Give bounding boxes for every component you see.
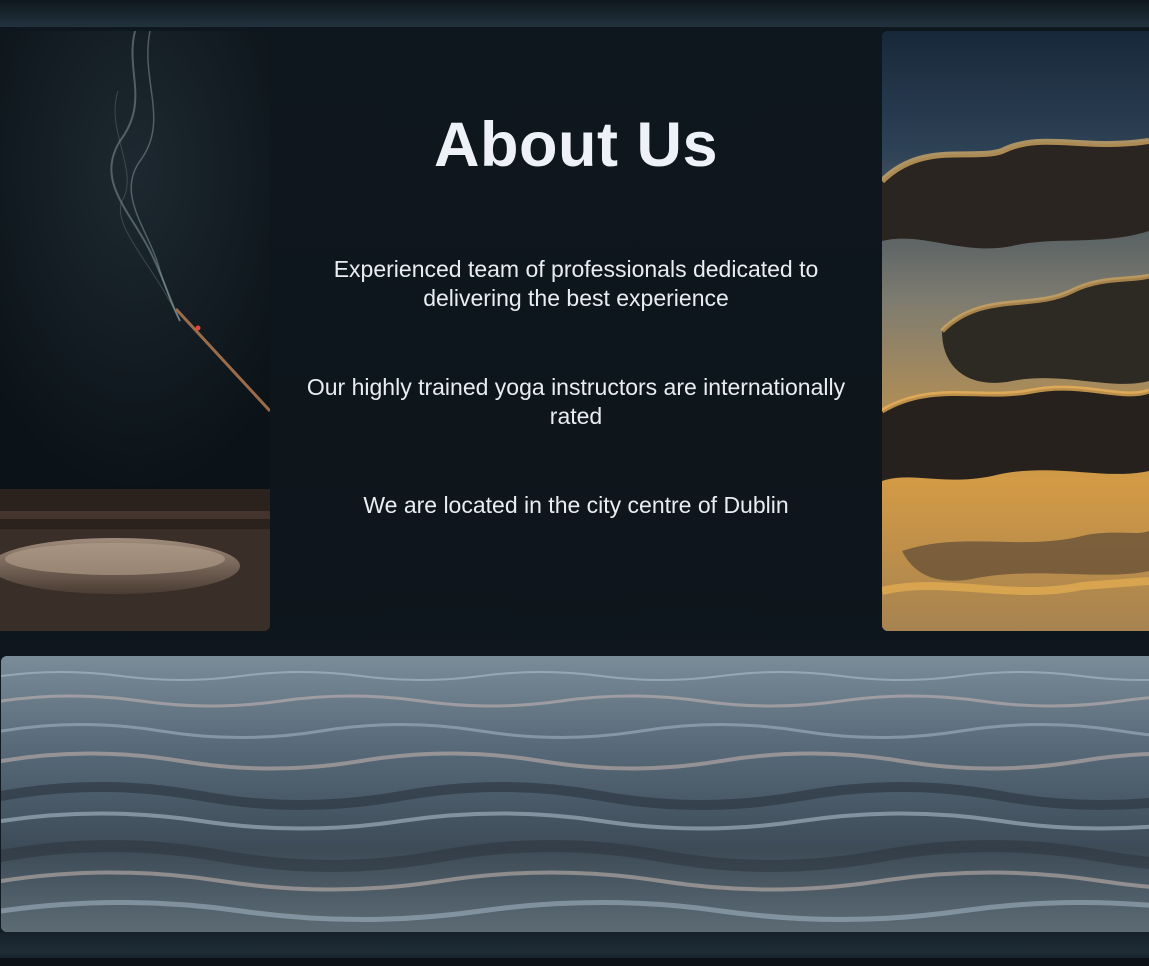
about-paragraph-team: Experienced team of professionals dedica…: [333, 256, 819, 311]
top-bar: [0, 0, 1149, 27]
page-title: About Us: [434, 110, 718, 180]
incense-image: [0, 31, 270, 631]
about-content: About Us Experienced team of professiona…: [290, 31, 862, 631]
ocean-waves-image: [1, 656, 1149, 932]
about-paragraph-instructors: Our highly trained yoga instructors are …: [306, 374, 846, 429]
about-section: About Us Experienced team of professiona…: [0, 0, 1149, 966]
sunset-clouds-image: [882, 31, 1149, 631]
bottom-bar: [0, 932, 1149, 966]
about-paragraph-location: We are located in the city centre of Dub…: [363, 492, 789, 518]
